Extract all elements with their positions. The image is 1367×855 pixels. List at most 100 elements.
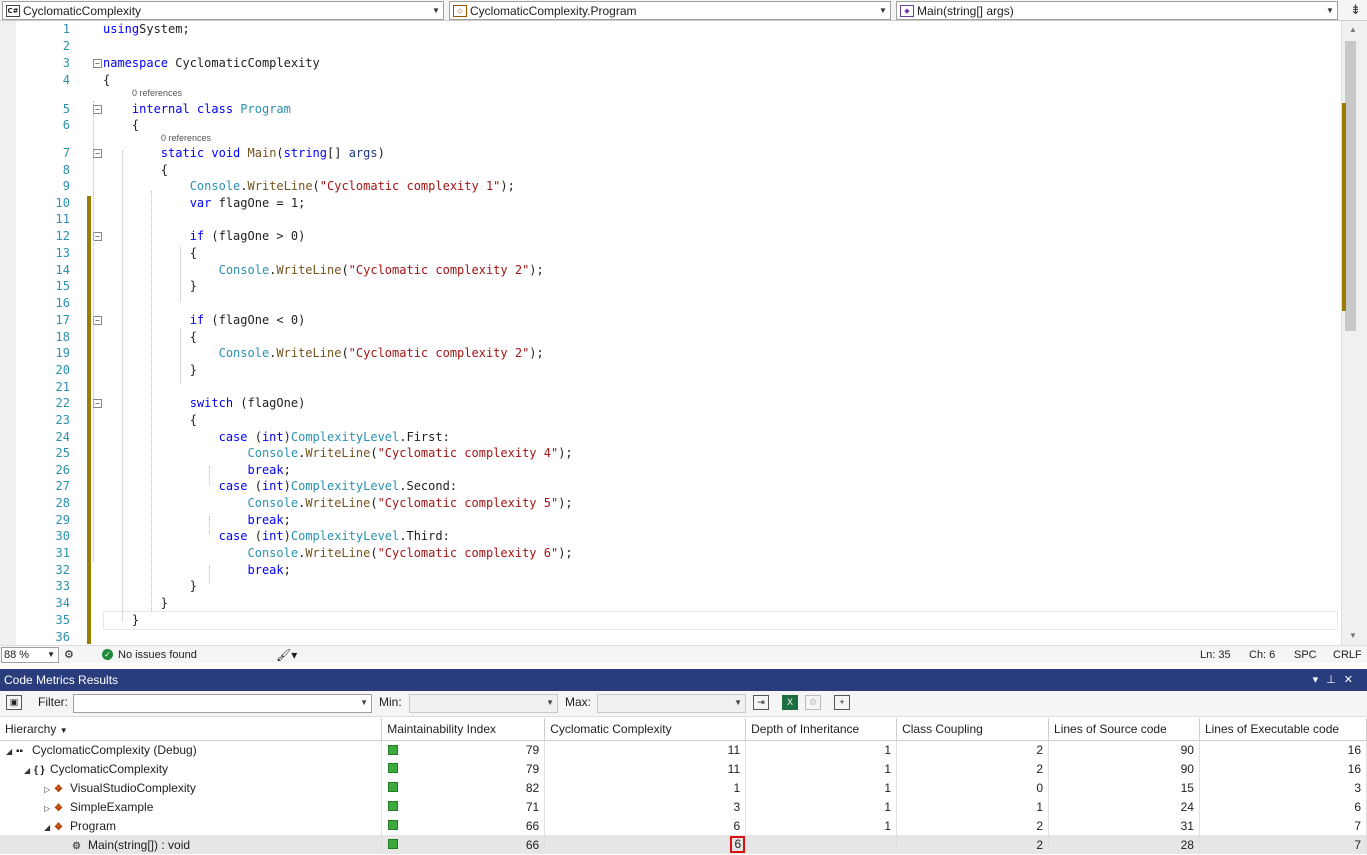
column-header-maintainability[interactable]: Maintainability Index <box>381 718 546 741</box>
code-line[interactable]: 14 Console.WriteLine("Cyclomatic complex… <box>0 262 1341 279</box>
code-line[interactable]: 32 break; <box>0 562 1341 579</box>
code-token: .Second: <box>399 479 458 493</box>
close-icon[interactable]: ✕ <box>1344 674 1361 686</box>
max-field[interactable]: ▼ <box>597 694 746 713</box>
code-line[interactable]: 19 Console.WriteLine("Cyclomatic complex… <box>0 345 1341 362</box>
excel-icon[interactable]: X <box>782 695 798 710</box>
code-line[interactable]: 1 usingSystem; <box>0 21 1341 38</box>
expand-arrow-icon[interactable]: ▷ <box>44 804 54 813</box>
code-line[interactable]: 25 Console.WriteLine("Cyclomatic complex… <box>0 445 1341 462</box>
code-line[interactable]: 4{ <box>0 72 1341 89</box>
code-line[interactable]: 9 Console.WriteLine("Cyclomatic complexi… <box>0 178 1341 195</box>
column-header-hierarchy[interactable]: Hierarchy ▼ <box>0 718 383 741</box>
type-dropdown[interactable]: ◇ CyclomaticComplexity.Program ▼ <box>449 1 891 20</box>
scrollbar-thumb[interactable] <box>1345 41 1356 331</box>
code-line[interactable]: 8 { <box>0 162 1341 179</box>
column-header-executable-lines[interactable]: Lines of Executable code <box>1199 718 1367 741</box>
editor-vertical-scrollbar[interactable]: ▲ ▼ <box>1341 21 1367 645</box>
code-line[interactable]: 31 Console.WriteLine("Cyclomatic complex… <box>0 545 1341 562</box>
references-codelens[interactable]: 0 references <box>132 88 182 98</box>
collapse-icon[interactable]: − <box>93 232 102 241</box>
column-header-coupling[interactable]: Class Coupling <box>896 718 1050 741</box>
code-line[interactable]: 30 case (int)ComplexityLevel.Third: <box>0 528 1341 545</box>
collapse-arrow-icon[interactable]: ◢ <box>44 823 54 832</box>
line-number: 10 <box>55 196 70 210</box>
min-field[interactable]: ▼ <box>409 694 558 713</box>
code-line[interactable]: 16 <box>0 295 1341 312</box>
code-line[interactable]: 20 } <box>0 362 1341 379</box>
table-row[interactable]: ▷ ❖ VisualStudioComplexity 82 1 1 0 15 3 <box>0 778 1367 797</box>
table-row[interactable]: ▷ ❖ SimpleExample 71 3 1 1 24 6 <box>0 797 1367 816</box>
code-token: if <box>189 229 205 243</box>
code-line[interactable]: 3 namespace CyclomaticComplexity <box>0 55 1341 72</box>
split-window-icon[interactable]: ⇟ <box>1350 2 1361 18</box>
collapse-icon[interactable]: − <box>93 316 102 325</box>
calculate-metrics-icon[interactable]: ▣ <box>6 695 22 710</box>
code-line[interactable]: 34 } <box>0 595 1341 612</box>
collapse-icon[interactable]: − <box>93 149 102 158</box>
code-line[interactable]: 5 internal class Program <box>0 101 1341 118</box>
code-line[interactable]: 33 } <box>0 578 1341 595</box>
filter-dropdown[interactable]: ▼ <box>73 694 372 713</box>
code-token: ); <box>529 346 544 360</box>
collapse-arrow-icon[interactable]: ◢ <box>24 766 34 775</box>
code-line[interactable]: 18 { <box>0 329 1341 346</box>
member-dropdown[interactable]: ◆ Main(string[] args) ▼ <box>896 1 1338 20</box>
column-header-source-lines[interactable]: Lines of Source code <box>1048 718 1200 741</box>
code-line[interactable]: 29 break; <box>0 512 1341 529</box>
scroll-down-icon[interactable]: ▼ <box>1349 631 1357 640</box>
code-line[interactable]: 22 switch (flagOne) <box>0 395 1341 412</box>
code-line[interactable]: 21 <box>0 379 1341 396</box>
scroll-up-icon[interactable]: ▲ <box>1349 25 1357 34</box>
line-ending-indicator[interactable]: CRLF <box>1333 649 1362 661</box>
code-line[interactable]: 17 if (flagOne < 0) <box>0 312 1341 329</box>
code-line[interactable]: 11 <box>0 211 1341 228</box>
code-line[interactable]: 26 break; <box>0 462 1341 479</box>
code-line[interactable]: 24 case (int)ComplexityLevel.First: <box>0 429 1341 446</box>
whitespace-indicator[interactable]: SPC <box>1294 649 1317 661</box>
open-list-icon[interactable]: ⇥ <box>753 695 769 710</box>
code-line[interactable]: 15 } <box>0 278 1341 295</box>
code-line[interactable]: 36 <box>0 629 1341 645</box>
code-text: } <box>103 278 197 295</box>
code-line[interactable]: 23 { <box>0 412 1341 429</box>
metric-value: 11 <box>727 742 741 757</box>
code-line[interactable]: 7 static void Main(string[] args) <box>0 145 1341 162</box>
code-line[interactable]: 6 { <box>0 117 1341 134</box>
navigation-bar: C# CyclomaticComplexity ▼ ◇ CyclomaticCo… <box>0 0 1367 21</box>
hierarchy-name: VisualStudioComplexity <box>70 780 196 795</box>
add-remove-columns-icon[interactable]: + <box>834 695 850 710</box>
table-row[interactable]: ◢ ❖ Program 66 6 1 2 31 7 <box>0 816 1367 835</box>
code-token: { <box>103 73 111 87</box>
code-line[interactable]: 28 Console.WriteLine("Cyclomatic complex… <box>0 495 1341 512</box>
intellicode-icon[interactable]: ⚙ <box>64 648 74 661</box>
code-line[interactable]: 12 if (flagOne > 0) <box>0 228 1341 245</box>
code-line[interactable]: 27 case (int)ComplexityLevel.Second: <box>0 478 1341 495</box>
issues-indicator[interactable]: ✓ No issues found <box>102 649 197 661</box>
zoom-dropdown[interactable]: 88 % ▼ <box>1 647 59 663</box>
code-editor[interactable]: 1 usingSystem; 2 3 namespace CyclomaticCompl… <box>0 21 1341 645</box>
expand-arrow-icon[interactable]: ▷ <box>44 785 54 794</box>
references-codelens[interactable]: 0 references <box>161 133 211 143</box>
code-line[interactable]: 13 { <box>0 245 1341 262</box>
code-text: Console.WriteLine("Cyclomatic complexity… <box>103 178 515 195</box>
table-row[interactable]: ◢ ▪▪ CyclomaticComplexity (Debug) 79 11 1 2 90 1… <box>0 740 1367 759</box>
dropdown-icon[interactable]: ▾ <box>1313 674 1327 686</box>
table-row[interactable]: ◢{ } CyclomaticComplexity 79 11 1 2 90 16 <box>0 759 1367 778</box>
collapse-arrow-icon[interactable]: ◢ <box>6 747 16 756</box>
settings-icon[interactable]: ⚙ <box>805 695 821 710</box>
pin-icon[interactable]: ⊥ <box>1326 674 1344 686</box>
column-header-cyclomatic[interactable]: Cyclomatic Complexity <box>544 718 747 741</box>
code-cleanup-icon[interactable]: 🖌▾ <box>276 648 297 662</box>
code-token: WriteLine <box>305 496 371 510</box>
collapse-icon[interactable]: − <box>93 59 102 68</box>
code-token: } <box>103 363 197 377</box>
column-header-depth[interactable]: Depth of Inheritance <box>745 718 898 741</box>
collapse-icon[interactable]: − <box>93 399 102 408</box>
line-number: 36 <box>55 630 70 644</box>
project-dropdown[interactable]: C# CyclomaticComplexity ▼ <box>2 1 444 20</box>
collapse-icon[interactable]: − <box>93 105 102 114</box>
table-row[interactable]: ⚙ Main(string[]) : void 66 6 2 28 7 <box>0 835 1367 854</box>
code-line[interactable]: 2 <box>0 38 1341 55</box>
code-line[interactable]: 10 var flagOne = 1; <box>0 195 1341 212</box>
